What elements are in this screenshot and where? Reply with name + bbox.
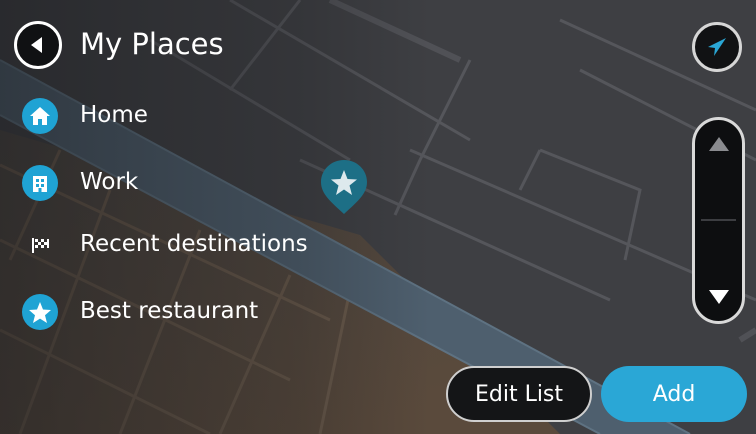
current-location-arrow-icon (708, 38, 726, 56)
list-item-label: Home (80, 102, 148, 128)
back-arrow-icon (31, 37, 42, 53)
checkered-flag-icon (22, 227, 58, 263)
scroll-up-button[interactable] (695, 120, 742, 220)
scroll-control (692, 117, 745, 324)
list-item-label: Work (80, 169, 139, 195)
scroll-up-arrow-icon (708, 137, 729, 151)
page-title: My Places (80, 27, 224, 61)
home-icon (22, 98, 58, 134)
edit-list-button[interactable]: Edit List (446, 366, 592, 422)
list-item-label: Best restaurant (80, 298, 259, 324)
scroll-down-button[interactable] (695, 221, 742, 321)
work-building-icon (22, 165, 58, 201)
scroll-down-arrow-icon (708, 290, 729, 304)
list-item-work[interactable]: Work (0, 157, 420, 207)
star-icon (22, 294, 58, 330)
add-button[interactable]: Add (601, 366, 747, 422)
list-item-recent-destinations[interactable]: Recent destinations (0, 219, 420, 269)
back-button[interactable] (14, 21, 62, 69)
navigation-screen: My Places Home Work Recent destinations … (0, 0, 756, 434)
list-item-best-restaurant[interactable]: Best restaurant (0, 286, 420, 336)
list-item-label: Recent destinations (80, 231, 308, 257)
current-location-button[interactable] (692, 22, 742, 72)
list-item-home[interactable]: Home (0, 90, 420, 140)
